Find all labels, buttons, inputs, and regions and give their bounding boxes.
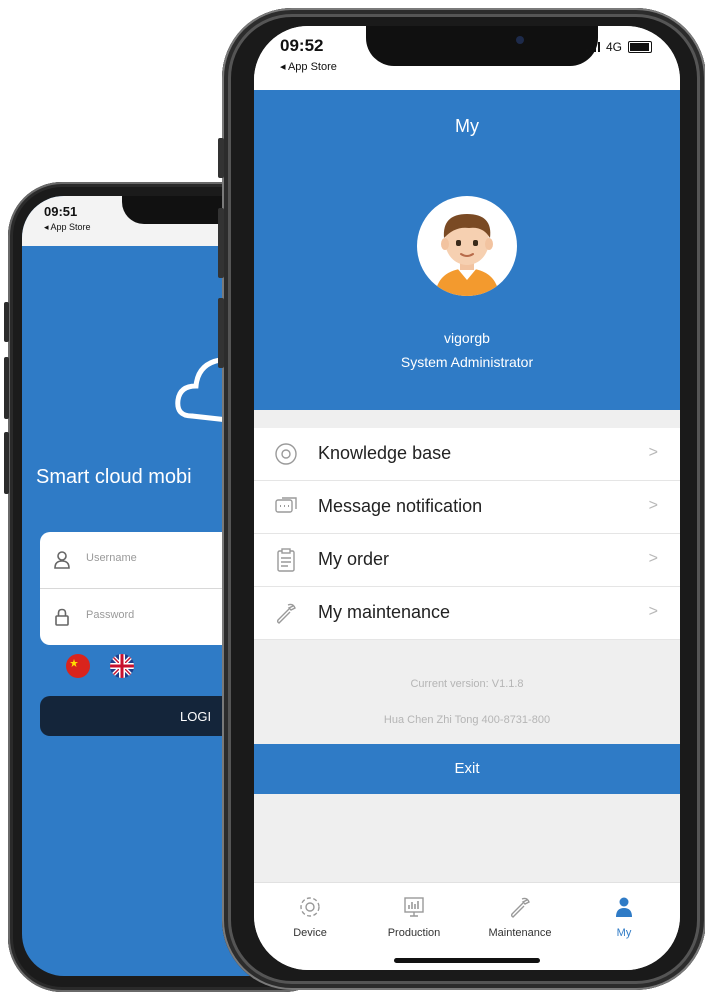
tab-label: My: [616, 927, 632, 939]
tab-maintenance[interactable]: Maintenance: [472, 889, 568, 949]
tab-my[interactable]: My: [576, 889, 672, 949]
chevron-right-icon: >: [648, 603, 658, 620]
notch: [366, 26, 598, 66]
tab-bar: Device Production Maintenance My: [254, 882, 680, 970]
side-button: [4, 302, 9, 342]
gear-icon: [300, 897, 320, 917]
menu-item-my-maintenance[interactable]: My maintenance >: [254, 587, 680, 640]
contact-text: Hua Chen Zhi Tong 400-8731-800: [383, 714, 551, 726]
camera-dot: [516, 36, 524, 44]
side-button: [4, 357, 9, 419]
front-phone-frame: 09:52 ◂ App Store 4G My vigorgb System A…: [218, 8, 705, 990]
tab-production[interactable]: Production: [366, 889, 462, 949]
chevron-right-icon: >: [648, 444, 658, 461]
tab-label: Maintenance: [488, 927, 552, 939]
side-button: [218, 138, 224, 178]
chevron-right-icon: >: [648, 497, 658, 514]
page-title: My: [455, 116, 479, 136]
login-title: Smart cloud mobi: [36, 466, 192, 488]
flag-uk-icon[interactable]: [110, 654, 134, 678]
tab-label: Production: [387, 927, 441, 939]
lock-icon: [55, 608, 69, 626]
chart-icon: [404, 897, 424, 917]
back-to-app-store-link[interactable]: ◂ App Store: [280, 60, 337, 73]
wrench-icon: [510, 897, 530, 918]
side-button: [4, 432, 9, 494]
menu-item-label: Knowledge base: [318, 443, 452, 463]
menu-item-label: My maintenance: [318, 602, 451, 622]
home-indicator: [394, 958, 540, 963]
menu-item-my-order[interactable]: My order >: [254, 534, 680, 587]
my-profile-screen: 09:52 ◂ App Store 4G My vigorgb System A…: [254, 26, 680, 970]
network-type: 4G: [605, 40, 622, 54]
user-icon: [54, 551, 70, 569]
battery-icon: [628, 41, 652, 53]
chevron-right-icon: >: [648, 550, 658, 567]
tab-device[interactable]: Device: [262, 889, 358, 949]
menu-item-message-notification[interactable]: Message notification >: [254, 481, 680, 534]
avatar-boy-icon: [435, 214, 499, 296]
clipboard-icon: [277, 548, 295, 572]
side-button: [218, 298, 224, 368]
flag-china-icon[interactable]: [66, 654, 90, 678]
password-placeholder: Password: [86, 609, 135, 621]
username-placeholder: Username: [86, 552, 137, 564]
avatar[interactable]: [417, 196, 517, 296]
status-indicators: 4G: [585, 40, 652, 54]
back-to-app-store-link[interactable]: ◂ App Store: [44, 222, 91, 233]
menu-item-label: Message notification: [318, 496, 483, 516]
tab-label: Device: [293, 927, 327, 939]
profile-header: My vigorgb System Administrator: [254, 90, 680, 410]
status-time: 09:52: [280, 36, 324, 55]
message-icon: [275, 497, 297, 513]
version-text: Current version: V1.1.8: [410, 678, 524, 690]
menu-list: Knowledge base > Message notification >: [254, 428, 680, 640]
menu-item-knowledge-base[interactable]: Knowledge base >: [254, 428, 680, 481]
wrench-icon: [276, 603, 296, 624]
person-icon: [616, 897, 632, 917]
status-bar: 09:52 ◂ App Store 4G: [254, 26, 680, 90]
menu-item-label: My order: [318, 549, 390, 569]
signal-icon: [585, 42, 600, 52]
knowledge-base-icon: [275, 443, 297, 465]
user-role: System Administrator: [400, 354, 534, 370]
user-name: vigorgb: [444, 330, 490, 346]
exit-button[interactable]: Exit: [254, 744, 680, 794]
status-time: 09:51: [44, 204, 78, 219]
side-button: [218, 208, 224, 278]
login-button-label: LOGI: [180, 709, 212, 724]
